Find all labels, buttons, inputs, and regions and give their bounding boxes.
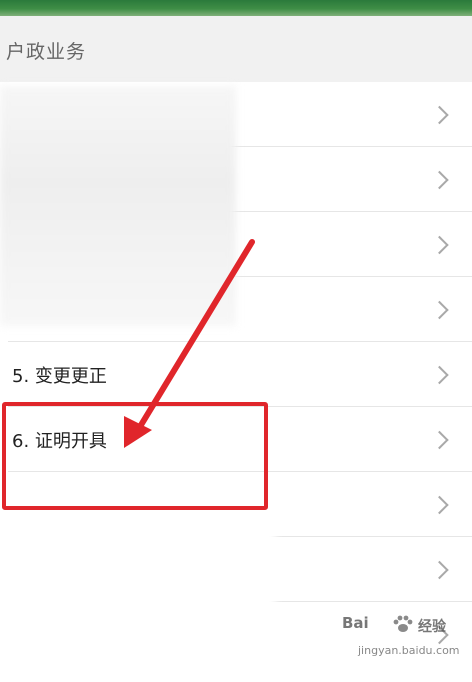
chevron-right-icon	[430, 365, 449, 384]
watermark: Bai 经验 jingyan.baidu.com	[342, 614, 462, 664]
redacted-region	[0, 86, 236, 326]
chevron-right-icon	[430, 495, 449, 514]
watermark-logo: Bai	[342, 614, 369, 632]
list-item-change-correction[interactable]: 5. 变更更正	[0, 342, 472, 407]
watermark-text: 经验	[418, 619, 446, 635]
section-title: 户政业务	[6, 41, 87, 63]
list-item-label: 5. 变更更正	[12, 365, 107, 387]
chevron-right-icon	[430, 430, 449, 449]
paw-icon	[393, 615, 413, 632]
chevron-right-icon	[430, 235, 449, 254]
watermark-domain: jingyan.baidu.com	[358, 644, 460, 657]
chevron-right-icon	[430, 170, 449, 189]
chevron-right-icon	[430, 105, 449, 124]
chevron-right-icon	[430, 560, 449, 579]
chevron-right-icon	[430, 300, 449, 319]
redacted-region	[0, 486, 276, 682]
top-banner	[0, 0, 472, 16]
highlight-box	[2, 402, 268, 510]
